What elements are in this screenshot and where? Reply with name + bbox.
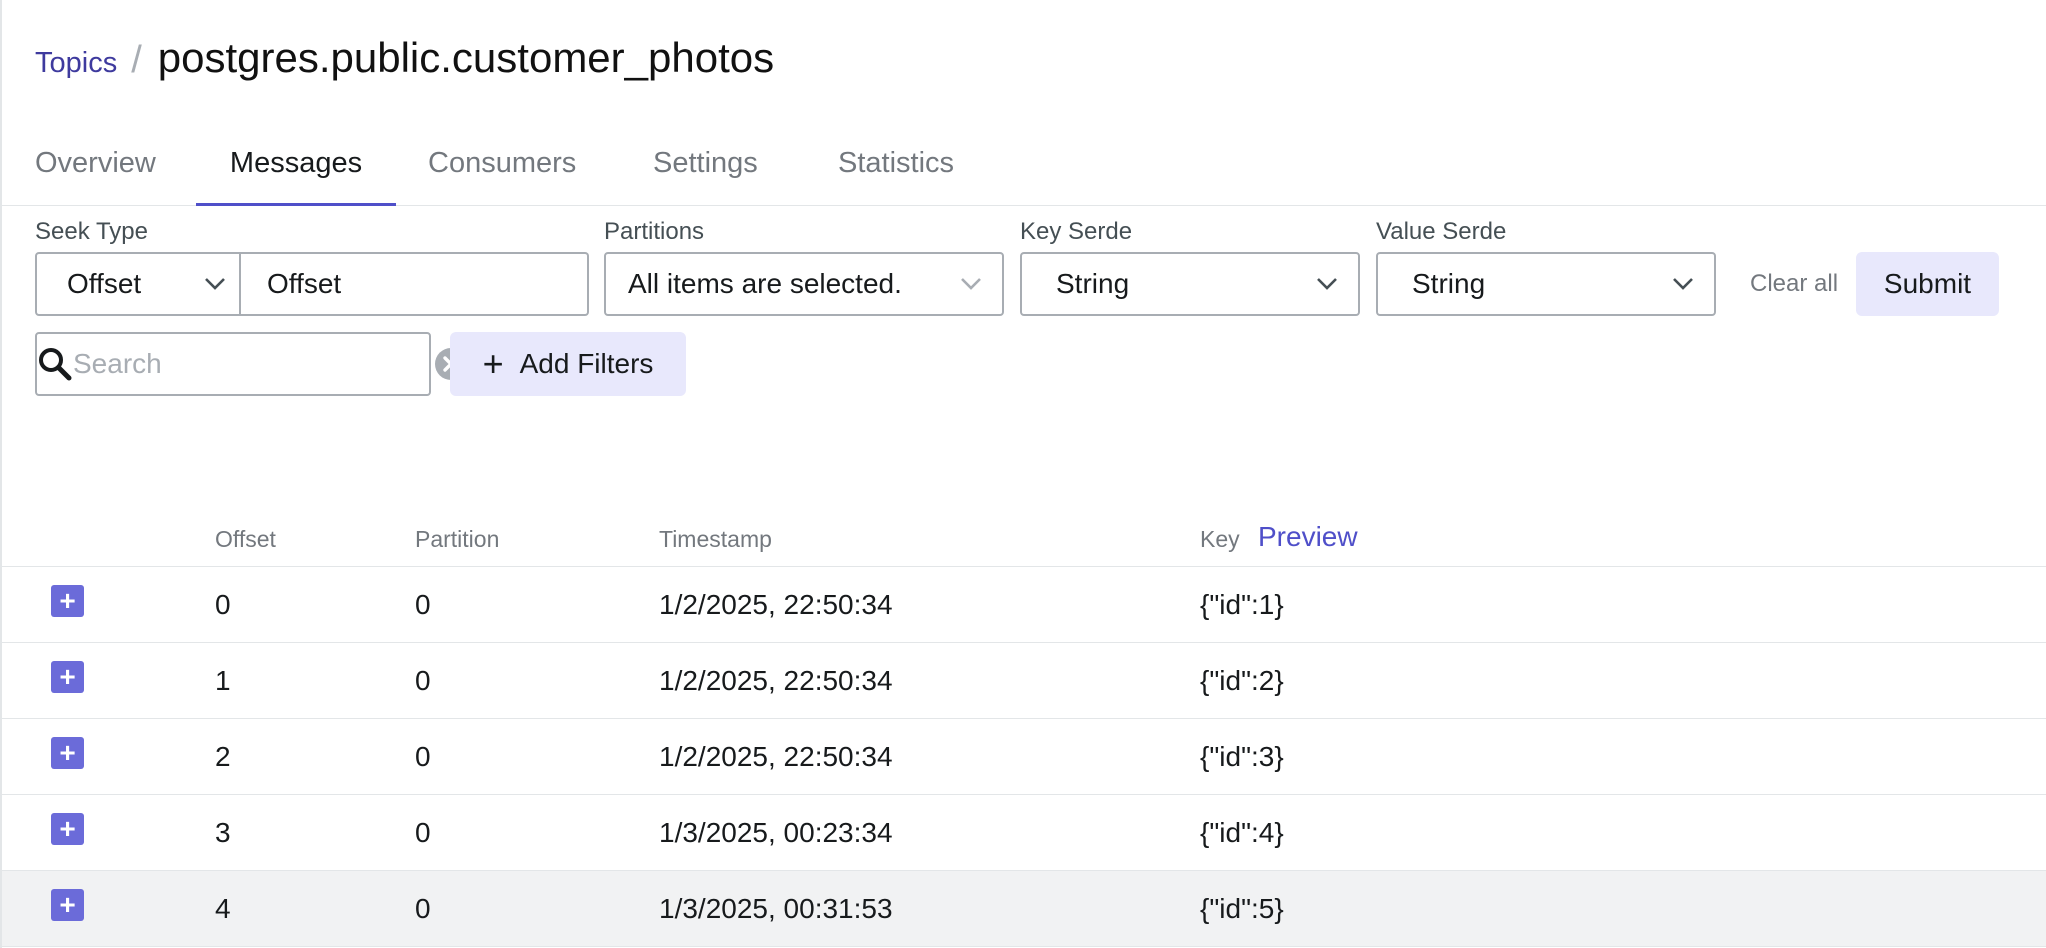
partitions-value: All items are selected. (628, 268, 902, 299)
cell-partition: 0 (415, 817, 431, 848)
cell-timestamp: 1/2/2025, 22:50:34 (659, 665, 893, 696)
expand-row-button[interactable]: + (51, 661, 84, 693)
cell-key: {"id":2} (1200, 665, 1284, 696)
tab-consumers[interactable]: Consumers (428, 140, 582, 206)
expand-row-button[interactable]: + (51, 889, 84, 921)
cell-key: {"id":5} (1200, 893, 1284, 924)
chevron-down-icon (1652, 254, 1714, 314)
cell-offset: 1 (215, 665, 231, 696)
offset-input[interactable]: Offset (241, 252, 589, 316)
column-header-offset: Offset (215, 526, 276, 552)
plus-icon: + (482, 343, 504, 384)
cell-partition: 0 (415, 589, 431, 620)
tab-overview[interactable]: Overview (35, 140, 167, 206)
clear-all-button[interactable]: Clear all (1750, 270, 1838, 298)
expand-row-button[interactable]: + (51, 737, 84, 769)
column-header-partition: Partition (415, 526, 500, 552)
seek-type-value: Offset (67, 268, 142, 299)
add-filters-button[interactable]: + Add Filters (450, 332, 686, 396)
cell-timestamp: 1/3/2025, 00:23:34 (659, 817, 893, 848)
cell-partition: 0 (415, 893, 431, 924)
tab-settings[interactable]: Settings (653, 140, 769, 206)
table-row: + 0 0 1/2/2025, 22:50:34 {"id":1} (2, 567, 2046, 643)
key-serde-select[interactable]: String (1020, 252, 1360, 316)
column-header-key: Key (1200, 526, 1240, 552)
search-input[interactable] (73, 348, 434, 380)
submit-button[interactable]: Submit (1856, 252, 1999, 316)
seek-type-select[interactable]: Offset (35, 252, 241, 316)
tab-bar: Overview Messages Consumers Settings Sta… (2, 140, 2046, 206)
chevron-down-icon (191, 254, 239, 314)
breadcrumb-separator: / (131, 39, 142, 81)
cell-timestamp: 1/3/2025, 00:31:53 (659, 893, 893, 924)
breadcrumb-topics-link[interactable]: Topics (35, 47, 117, 80)
cell-partition: 0 (415, 741, 431, 772)
column-header-timestamp: Timestamp (659, 526, 772, 552)
cell-offset: 0 (215, 589, 231, 620)
cell-key: {"id":1} (1200, 589, 1284, 620)
cell-key: {"id":4} (1200, 817, 1284, 848)
table-row: + 1 0 1/2/2025, 22:50:34 {"id":2} (2, 643, 2046, 719)
search-icon (37, 346, 73, 382)
partitions-label: Partitions (604, 218, 705, 245)
add-filters-label: Add Filters (519, 348, 654, 379)
table-row: + 4 0 1/3/2025, 00:31:53 {"id":5} (2, 871, 2046, 947)
cell-key: {"id":3} (1200, 741, 1284, 772)
value-serde-value: String (1412, 268, 1486, 299)
key-preview-link[interactable]: Preview (1258, 521, 1358, 553)
key-serde-label: Key Serde (1020, 218, 1133, 245)
tab-messages[interactable]: Messages (196, 140, 396, 206)
cell-timestamp: 1/2/2025, 22:50:34 (659, 741, 893, 772)
cell-offset: 2 (215, 741, 231, 772)
search-field[interactable] (35, 332, 467, 396)
table-row: + 2 0 1/2/2025, 22:50:34 {"id":3} (2, 719, 2046, 795)
cell-timestamp: 1/2/2025, 22:50:34 (659, 589, 893, 620)
chevron-down-icon (1296, 254, 1358, 314)
key-serde-value: String (1056, 268, 1130, 299)
cell-partition: 0 (415, 665, 431, 696)
cell-offset: 3 (215, 817, 231, 848)
chevron-down-icon (940, 254, 1002, 314)
offset-input-value: Offset (267, 268, 342, 299)
table-row: + 3 0 1/3/2025, 00:23:34 {"id":4} (2, 795, 2046, 871)
page-title: postgres.public.customer_photos (157, 34, 775, 81)
value-serde-select[interactable]: String (1376, 252, 1716, 316)
tab-statistics[interactable]: Statistics (838, 140, 968, 206)
value-serde-label: Value Serde (1376, 218, 1507, 245)
expand-row-button[interactable]: + (51, 585, 84, 617)
partitions-select[interactable]: All items are selected. (604, 252, 1004, 316)
cell-offset: 4 (215, 893, 231, 924)
breadcrumb: Topics / postgres.public.customer_photos (35, 34, 774, 94)
seek-type-label: Seek Type (35, 218, 148, 245)
expand-row-button[interactable]: + (51, 813, 84, 845)
